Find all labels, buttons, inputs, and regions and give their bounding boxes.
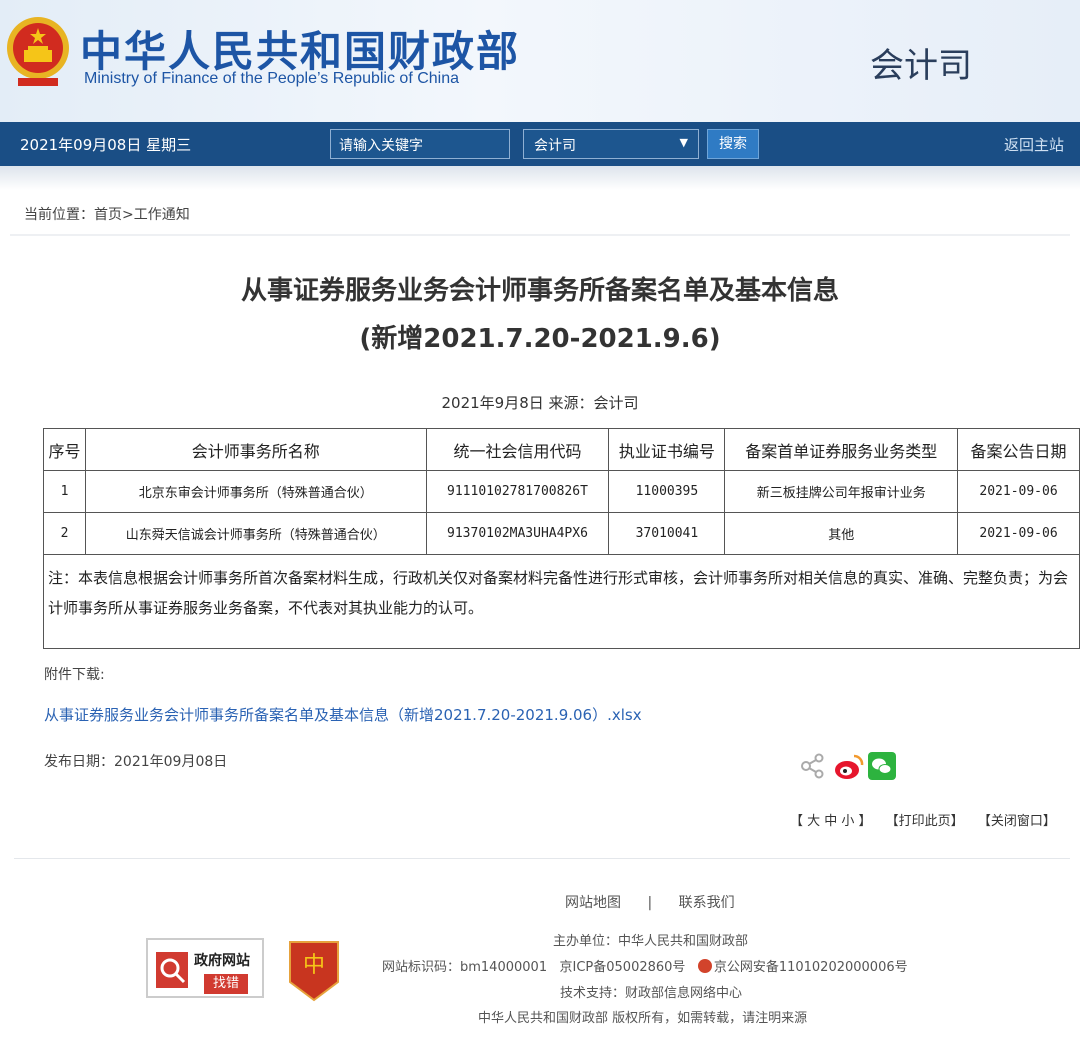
search-button[interactable]: 搜索 [707,129,759,159]
police-record-link[interactable]: 京公网安备11010202000006号 [714,960,908,975]
footer-host: 主办单位：中华人民共和国财政部 [553,934,749,949]
current-date: 2021年09月08日 星期三 [20,136,192,154]
party-organization-badge-icon[interactable]: 中 [286,938,342,1004]
share-buttons [798,752,898,784]
col-header-license-no: 执业证书编号 [608,428,726,471]
attachment-label: 附件下载: [44,667,105,683]
share-icon[interactable] [798,752,826,780]
footer-divider [14,858,1070,859]
cell-firm-name: 北京东审会计师事务所（特殊普通合伙） [84,470,427,513]
site-id: 网站标识码：bm14000001 [382,960,548,975]
col-header-date: 备案公告日期 [957,428,1080,471]
table-note-row: 注：本表信息根据会计师事务所首次备案材料生成，行政机关仅对备案材料完备性进行形式… [43,554,1080,649]
gov-badge-action: 找错 [204,974,248,994]
table-header-row: 序号 会计师事务所名称 统一社会信用代码 执业证书编号 备案首单证券服务业务类型… [43,428,1080,471]
table-row: 2 山东舜天信诚会计师事务所（特殊普通合伙） 91370102MA3UHA4PX… [43,512,1080,555]
page-toolbar: 【 大 中 小 】 【打印此页】 【关闭窗口】 [790,810,1066,829]
publish-date: 发布日期：2021年09月08日 [44,754,228,770]
footer-tech-support: 技术支持：财政部信息网络中心 [560,986,743,1001]
wechat-icon[interactable] [868,752,896,780]
col-header-credit-code: 统一社会信用代码 [425,428,610,471]
table-row: 1 北京东审会计师事务所（特殊普通合伙） 91110102781700826T … [43,470,1080,513]
cell-date: 2021-09-06 [957,470,1080,513]
footer-links: 网站地图 | 联系我们 [565,892,735,912]
cell-license-no: 11000395 [608,470,726,513]
magnifier-icon [156,952,188,988]
icp-link[interactable]: 京ICP备05002860号 [560,960,686,975]
cell-index: 1 [43,470,86,513]
chevron-down-icon: ▼ [679,136,688,149]
col-header-firm-name: 会计师事务所名称 [84,428,427,471]
divider [10,234,1070,236]
footer-separator: | [647,895,653,911]
cell-firm-name: 山东舜天信诚会计师事务所（特殊普通合伙） [84,512,427,555]
breadcrumb[interactable]: 当前位置：首页>工作通知 [24,204,190,224]
return-home-link[interactable]: 返回主站 [1004,134,1064,155]
gov-website-error-report-badge[interactable]: 政府网站 找错 [146,938,264,998]
col-header-index: 序号 [43,428,86,471]
font-size-control[interactable]: 【 大 中 小 】 [790,814,872,829]
contact-link[interactable]: 联系我们 [679,895,735,911]
cell-credit-code: 91370102MA3UHA4PX6 [425,512,610,555]
table-note: 注：本表信息根据会计师事务所首次备案材料生成，行政机关仅对备案材料完备性进行形式… [43,554,1080,649]
print-page-link[interactable]: 【打印此页】 [886,814,964,829]
department-select-value: 会计司 [534,138,576,154]
cell-date: 2021-09-06 [957,512,1080,555]
header-shadow [0,166,1080,190]
site-title-en: Ministry of Finance of the People’s Repu… [84,70,460,87]
footer-registration: 网站标识码：bm14000001 京ICP备05002860号 京公网安备110… [382,956,908,975]
attachment-download-link[interactable]: 从事证券服务业务会计师事务所备案名单及基本信息（新增2021.7.20-2021… [44,704,642,725]
site-header: 中华人民共和国财政部 Ministry of Finance of the Pe… [0,0,1080,122]
cell-business-type: 新三板挂牌公司年报审计业务 [724,470,959,513]
close-window-link[interactable]: 【关闭窗口】 [978,814,1056,829]
footer-copyright: 中华人民共和国财政部 版权所有，如需转载，请注明来源 [478,1011,808,1026]
cell-index: 2 [43,512,86,555]
search-input[interactable]: 请输入关键字 [330,129,510,159]
col-header-business-type: 备案首单证券服务业务类型 [724,428,959,471]
cell-business-type: 其他 [724,512,959,555]
sitemap-link[interactable]: 网站地图 [565,895,621,911]
cell-license-no: 37010041 [608,512,726,555]
police-badge-icon [697,959,712,973]
department-select[interactable]: 会计司 ▼ [523,129,699,159]
article-meta: 2021年9月8日 来源：会计司 [441,394,639,412]
article-title-line2: (新增2021.7.20-2021.9.6) [359,324,721,354]
top-nav-bar: 2021年09月08日 星期三 请输入关键字 会计司 ▼ 搜索 返回主站 [0,122,1080,166]
cell-credit-code: 91110102781700826T [425,470,610,513]
svg-text:中: 中 [303,953,325,978]
national-emblem-icon [7,17,69,86]
weibo-icon[interactable] [834,752,864,782]
article-title-line1: 从事证券服务业务会计师事务所备案名单及基本信息 [240,276,839,306]
gov-badge-title: 政府网站 [194,953,250,969]
firm-list-table: 序号 会计师事务所名称 统一社会信用代码 执业证书编号 备案首单证券服务业务类型… [43,428,1080,649]
department-name: 会计司 [870,46,972,86]
